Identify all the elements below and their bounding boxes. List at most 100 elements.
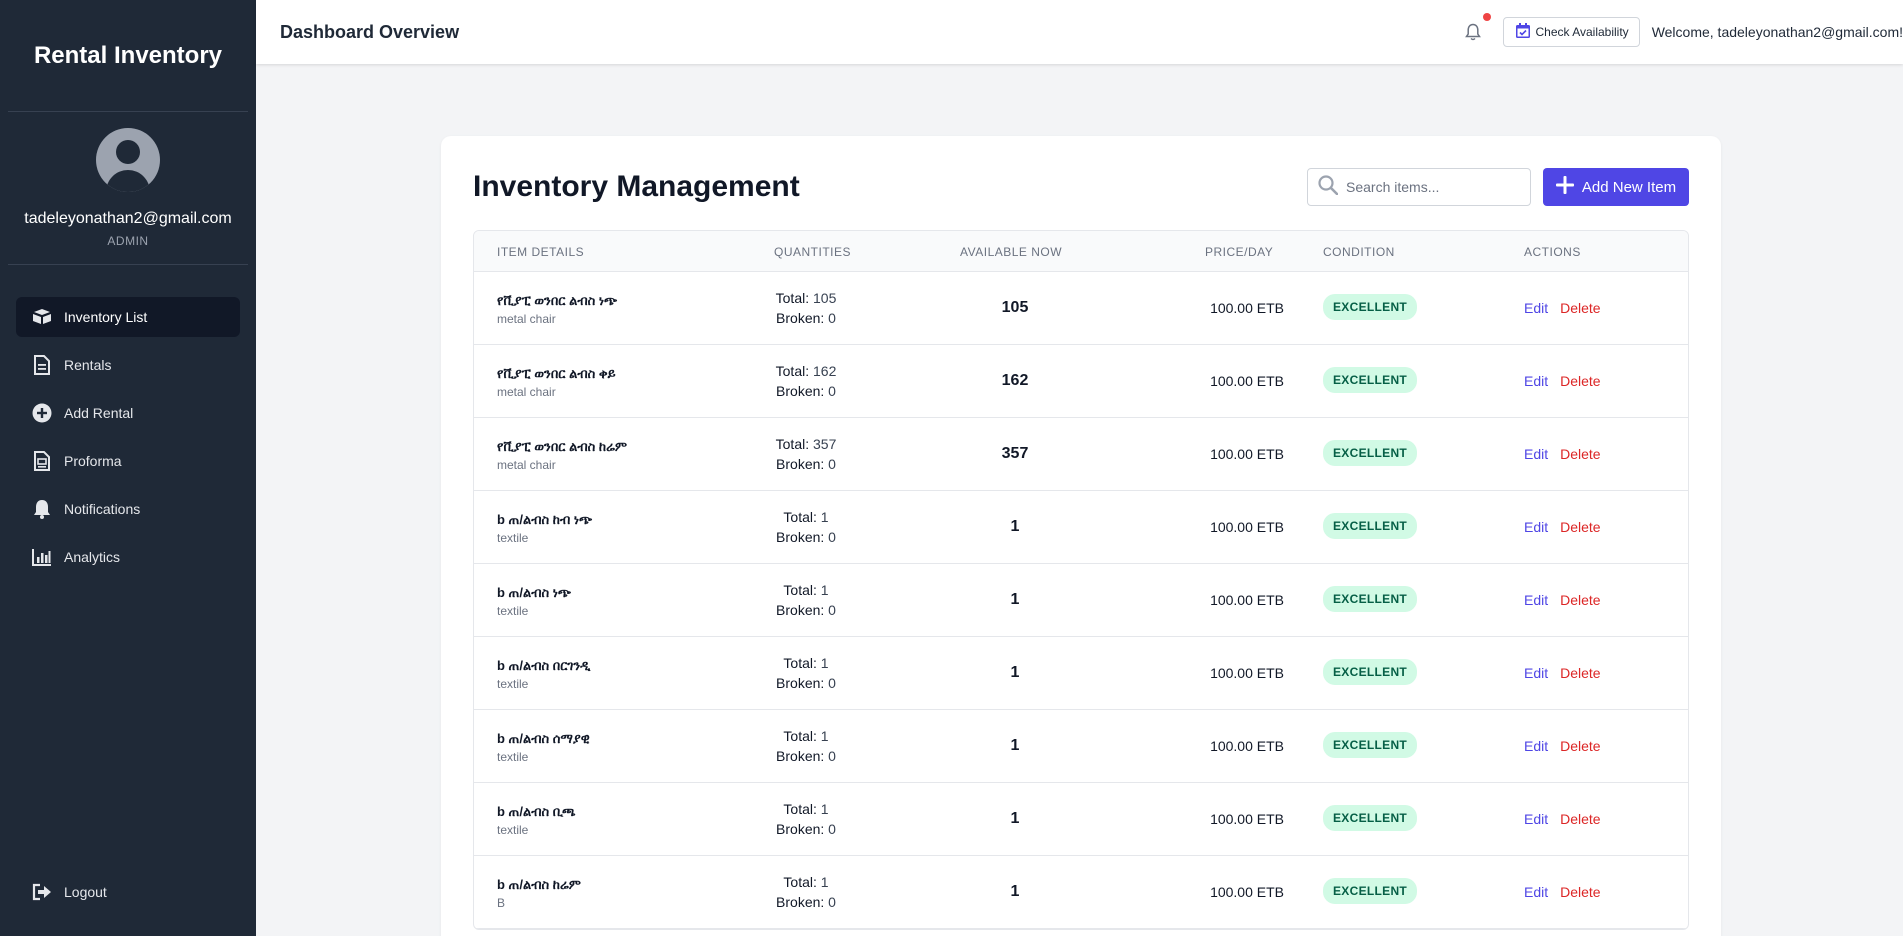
broken-value: 0 [828, 529, 836, 545]
broken-label: Broken: [776, 602, 825, 618]
table-row: የቪያፒ ወንበር ልብስ ቀይ metal chair Total: 162 Bro… [474, 345, 1688, 418]
edit-button[interactable]: Edit [1524, 446, 1548, 462]
sidebar-item-add-rental[interactable]: Add Rental [16, 393, 240, 433]
delete-button[interactable]: Delete [1560, 373, 1600, 389]
row-actions: Edit Delete [1524, 738, 1601, 756]
edit-button[interactable]: Edit [1524, 811, 1548, 827]
sidebar-item-inventory-list[interactable]: Inventory List [16, 297, 240, 337]
sidebar-item-label: Analytics [64, 549, 121, 565]
logout-button[interactable]: Logout [16, 872, 240, 912]
sidebar-item-label: Notifications [64, 501, 141, 517]
condition-cell: EXCELLENT [1323, 586, 1418, 612]
total-value: 105 [813, 290, 837, 306]
inventory-card: Inventory Management Add New Item ITEM D… [441, 136, 1721, 936]
available-now-value: 1 [1010, 518, 1020, 535]
edit-button[interactable]: Edit [1524, 300, 1548, 316]
condition-cell: EXCELLENT [1323, 440, 1418, 466]
total-label: Total: [783, 582, 817, 598]
row-actions: Edit Delete [1524, 446, 1601, 464]
add-new-item-button[interactable]: Add New Item [1543, 168, 1689, 206]
column-header-price-day: PRICE/DAY [1205, 245, 1274, 259]
total-value: 1 [820, 728, 829, 744]
item-details: የቪያፒ ወንበር ልብስ ነጭ metal chair [497, 293, 617, 326]
plus-icon [1555, 176, 1574, 198]
broken-label: Broken: [776, 894, 825, 910]
broken-value: 0 [828, 748, 836, 764]
total-label: Total: [783, 509, 817, 525]
price-per-day: 100.00 ETB [1210, 665, 1284, 681]
item-details: የቪያፒ ወንበር ልብስ ቀይ metal chair [497, 366, 616, 399]
total-value: 1 [820, 509, 829, 525]
total-label: Total: [783, 801, 817, 817]
delete-button[interactable]: Delete [1560, 300, 1600, 316]
chart-bar-icon [32, 547, 52, 567]
total-label: Total: [775, 436, 810, 452]
table-row: b ጠ/ልብስ ሰማያዊ textile Total: 1 Broken: 0 1 100… [474, 710, 1688, 783]
delete-button[interactable]: Delete [1560, 446, 1600, 462]
available-now-value: 357 [1001, 445, 1029, 462]
sidebar-item-rentals[interactable]: Rentals [16, 345, 240, 385]
item-quantities: Total: 357 Broken: 0 [746, 434, 866, 474]
item-details: የቪያፒ ወንበር ልብስ ከሬም metal chair [497, 439, 627, 472]
row-actions: Edit Delete [1524, 300, 1601, 318]
item-name: የቪያፒ ወንበር ልብስ ከሬም [497, 439, 627, 454]
table-row: b ጠ/ልብስ ከብ ነጭ textile Total: 1 Broken: 0 1 10… [474, 491, 1688, 564]
edit-button[interactable]: Edit [1524, 373, 1548, 389]
delete-button[interactable]: Delete [1560, 592, 1600, 608]
broken-value: 0 [828, 310, 836, 326]
total-label: Total: [775, 363, 810, 379]
item-quantities: Total: 162 Broken: 0 [746, 361, 866, 401]
available-now-value: 1 [1010, 883, 1020, 900]
search-input[interactable] [1346, 179, 1516, 195]
delete-button[interactable]: Delete [1560, 665, 1600, 681]
edit-button[interactable]: Edit [1524, 592, 1548, 608]
delete-button[interactable]: Delete [1560, 811, 1600, 827]
price-per-day: 100.00 ETB [1210, 373, 1284, 389]
delete-button[interactable]: Delete [1560, 884, 1600, 900]
condition-badge: EXCELLENT [1323, 878, 1418, 904]
brand-title: Rental Inventory [8, 0, 248, 112]
sidebar-item-proforma[interactable]: Proforma [16, 441, 240, 481]
check-availability-button[interactable]: Check Availability [1502, 17, 1640, 47]
item-category: textile [497, 677, 529, 691]
item-category: textile [497, 531, 529, 545]
condition-cell: EXCELLENT [1323, 878, 1418, 904]
search-icon [1318, 174, 1339, 200]
edit-button[interactable]: Edit [1524, 665, 1548, 681]
row-actions: Edit Delete [1524, 811, 1601, 829]
condition-cell: EXCELLENT [1323, 367, 1418, 393]
sidebar-item-analytics[interactable]: Analytics [16, 537, 240, 577]
sidebar-item-label: Add Rental [64, 405, 134, 421]
column-header-quantities: QUANTITIES [774, 245, 852, 259]
condition-badge: EXCELLENT [1323, 513, 1418, 539]
notification-bell-icon[interactable] [1461, 13, 1491, 44]
item-quantities: Total: 1 Broken: 0 [746, 653, 866, 693]
sidebar: Rental Inventory tadeleyonathan2@gmail.c… [0, 0, 256, 936]
user-profile: tadeleyonathan2@gmail.com ADMIN [8, 112, 248, 265]
sidebar-nav: Inventory List Rentals Add Rental Profor… [0, 265, 256, 577]
add-new-item-label: Add New Item [1581, 178, 1677, 196]
edit-button[interactable]: Edit [1524, 519, 1548, 535]
table-row: b ጠ/ልብስ ቢጫ textile Total: 1 Broken: 0 1 100.0… [474, 783, 1688, 856]
sidebar-item-notifications[interactable]: Notifications [16, 489, 240, 529]
delete-button[interactable]: Delete [1560, 519, 1600, 535]
available-now-value: 1 [1010, 591, 1020, 608]
condition-badge: EXCELLENT [1323, 659, 1418, 685]
broken-label: Broken: [776, 383, 825, 399]
edit-button[interactable]: Edit [1524, 884, 1548, 900]
total-label: Total: [783, 874, 817, 890]
avatar-icon [96, 128, 160, 192]
available-now-value: 105 [1001, 299, 1029, 316]
table-row: የቪያፒ ወንበር ልብስ ነጭ metal chair Total: 105 Bro… [474, 272, 1688, 345]
column-header-condition: CONDITION [1323, 245, 1395, 259]
delete-button[interactable]: Delete [1560, 738, 1600, 754]
item-category: metal chair [497, 312, 556, 326]
item-details: b ጠ/ልብስ ነጭ textile [497, 585, 571, 618]
broken-label: Broken: [776, 675, 825, 691]
item-details: b ጠ/ልብስ ከሬም B [497, 877, 581, 910]
item-category: textile [497, 823, 529, 837]
edit-button[interactable]: Edit [1524, 738, 1548, 754]
boxes-icon [32, 307, 52, 327]
available-now-value: 1 [1010, 664, 1020, 681]
welcome-text: Welcome, tadeleyonathan2@gmail.com! [1651, 24, 1903, 40]
